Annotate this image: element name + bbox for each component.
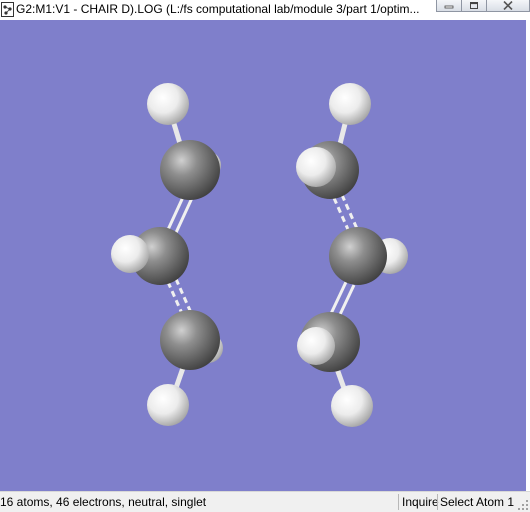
window-controls <box>436 0 530 12</box>
bond-right-c1-c2-b <box>340 194 360 232</box>
status-divider <box>437 494 438 510</box>
mouse-mode-status: Inquire <box>402 495 439 509</box>
bond-right-c1-c2-a <box>332 197 352 235</box>
molecule-viewport[interactable] <box>0 20 526 491</box>
maximize-icon <box>470 1 478 9</box>
carbon-atom[interactable] <box>160 310 220 370</box>
right-allyl-fragment[interactable] <box>296 83 408 427</box>
molecule-canvas[interactable] <box>0 20 526 491</box>
hydrogen-atom[interactable] <box>331 385 373 427</box>
gaussview-window: G2:M1:V1 - CHAIR D).LOG (L:/fs computati… <box>0 0 530 512</box>
title-bar[interactable]: G2:M1:V1 - CHAIR D).LOG (L:/fs computati… <box>0 0 530 20</box>
hydrogen-atom[interactable] <box>329 83 371 125</box>
bond-left-c1-c2-a <box>164 194 186 235</box>
hydrogen-atom[interactable] <box>147 384 189 426</box>
close-icon <box>503 1 513 10</box>
carbon-atom[interactable] <box>160 140 220 200</box>
carbon-atom[interactable] <box>329 227 387 285</box>
bond-left-c2-c3-b <box>174 278 194 316</box>
hydrogen-atom[interactable] <box>296 147 336 187</box>
status-divider <box>398 494 399 510</box>
resize-grip-icon[interactable] <box>517 499 529 511</box>
gaussview-document-icon <box>1 2 14 17</box>
minimize-icon <box>444 5 454 8</box>
molecule-summary: 16 atoms, 46 electrons, neutral, singlet <box>0 495 207 509</box>
selection-status: Select Atom 1 <box>440 495 515 509</box>
hydrogen-atom[interactable] <box>147 83 189 125</box>
maximize-button[interactable] <box>461 0 487 12</box>
minimize-button[interactable] <box>436 0 462 12</box>
status-bar: 16 atoms, 46 electrons, neutral, singlet… <box>0 491 530 512</box>
hydrogen-atom[interactable] <box>111 235 149 273</box>
bond-left-c1-c2-b <box>172 197 194 238</box>
window-title: G2:M1:V1 - CHAIR D).LOG (L:/fs computati… <box>16 2 420 16</box>
close-button[interactable] <box>486 0 530 12</box>
left-allyl-fragment[interactable] <box>111 83 223 426</box>
hydrogen-atom[interactable] <box>297 327 335 365</box>
